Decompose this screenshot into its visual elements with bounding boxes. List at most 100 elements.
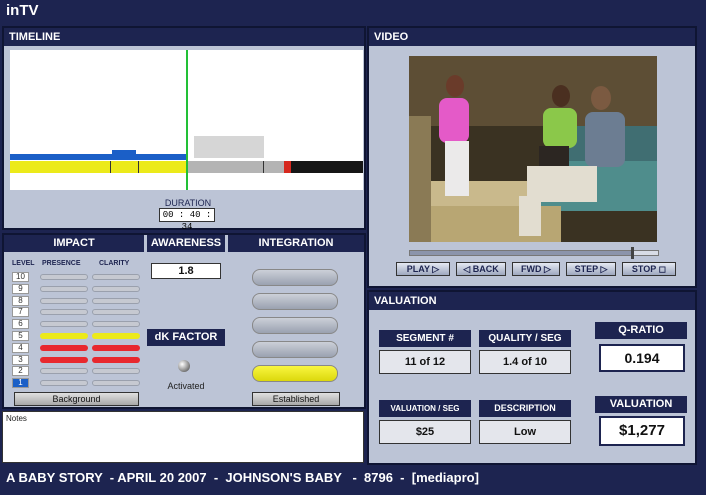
blue-track xyxy=(10,154,186,160)
impact-panel: IMPACT LEVEL PRESENCE CLARITY 10 9 8 7 6 5 4 3 2… xyxy=(2,233,366,409)
blue-track-bump xyxy=(112,150,136,155)
timeline-header: TIMELINE xyxy=(4,28,364,46)
description-label: DESCRIPTION xyxy=(479,400,571,417)
valuation-seg-label: VALUATION / SEG xyxy=(379,400,471,417)
clarity-bar xyxy=(92,297,140,304)
dk-factor-status: Activated xyxy=(167,381,205,391)
timeline-canvas[interactable] xyxy=(10,50,363,190)
clarity-bar xyxy=(92,333,140,339)
footer-text: A BABY STORY - APRIL 20 2007 - JOHNSON'S… xyxy=(6,470,479,485)
presence-bar xyxy=(40,297,88,304)
valuation-header: VALUATION xyxy=(369,292,695,310)
presence-bar xyxy=(40,344,88,351)
integration-level xyxy=(252,293,338,310)
established-button[interactable]: Established xyxy=(252,392,340,406)
notes-label: Notes xyxy=(6,414,27,423)
integration-level xyxy=(252,317,338,334)
video-progress-fill xyxy=(410,251,631,255)
playhead-line[interactable] xyxy=(186,50,188,190)
segment-divider xyxy=(110,161,111,173)
segment-divider xyxy=(138,161,139,173)
quality-label: QUALITY / SEG xyxy=(479,330,571,347)
fwd-button[interactable]: FWD ▷ xyxy=(512,262,560,276)
clarity-bar xyxy=(92,321,140,328)
back-icon: ◁ xyxy=(463,264,471,274)
clarity-bar xyxy=(92,344,140,351)
level-number: 4 xyxy=(12,342,29,353)
app-title: inTV xyxy=(6,2,39,19)
notes-area[interactable]: Notes xyxy=(2,411,364,463)
segment-value: 11 of 12 xyxy=(379,350,471,374)
play-button[interactable]: PLAY ▷ xyxy=(396,262,450,276)
awareness-header: AWARENESS xyxy=(147,235,225,252)
level-number: 1 xyxy=(12,378,29,389)
integration-level xyxy=(252,269,338,286)
level-number: 7 xyxy=(12,307,29,318)
presence-bar xyxy=(40,285,88,292)
play-label: PLAY xyxy=(406,264,430,274)
footer-bar: A BABY STORY - APRIL 20 2007 - JOHNSON'S… xyxy=(0,467,706,495)
q-ratio-value: 0.194 xyxy=(599,344,685,372)
awareness-value: 1.8 xyxy=(151,263,221,279)
level-number: 10 xyxy=(12,272,29,282)
video-progress-handle[interactable] xyxy=(631,247,634,259)
level-number: 9 xyxy=(12,283,29,294)
clarity-bar xyxy=(92,368,140,375)
play-icon: ▷ xyxy=(432,264,440,274)
segment-divider xyxy=(263,161,264,173)
valuation-seg-value: $25 xyxy=(379,420,471,444)
step-button[interactable]: STEP ▷ xyxy=(566,262,616,276)
clarity-col-header: CLARITY xyxy=(99,260,130,267)
clarity-bar xyxy=(92,309,140,316)
step-icon: ▷ xyxy=(600,264,608,274)
dk-factor-header: dK FACTOR xyxy=(147,329,225,346)
integration-meter xyxy=(244,265,348,389)
level-number: 6 xyxy=(12,319,29,330)
clarity-bar xyxy=(92,285,140,292)
presence-bar xyxy=(40,368,88,375)
video-frame[interactable] xyxy=(409,56,657,242)
level-number: 5 xyxy=(12,331,29,341)
clarity-bar xyxy=(92,356,140,363)
yellow-segment[interactable] xyxy=(10,161,186,173)
duration-value: 00 : 40 : 34 xyxy=(159,208,215,232)
video-scene-image xyxy=(409,56,657,242)
level-number: 2 xyxy=(12,366,29,377)
level-number: 3 xyxy=(12,354,29,365)
presence-bar xyxy=(40,274,88,280)
quality-value: 1.4 of 10 xyxy=(479,350,571,374)
level-number: 8 xyxy=(12,295,29,306)
presence-bar xyxy=(40,380,88,387)
stop-icon: ◻ xyxy=(658,264,667,274)
presence-col-header: PRESENCE xyxy=(42,260,81,267)
fwd-icon: ▷ xyxy=(544,264,551,274)
duration-label: DURATION xyxy=(164,198,212,208)
clarity-bar xyxy=(92,380,140,387)
stop-button[interactable]: STOP ◻ xyxy=(622,262,676,276)
valuation-total-value: $1,277 xyxy=(599,416,685,446)
gray-segment-block xyxy=(194,136,264,158)
presence-bar xyxy=(40,333,88,339)
presence-bar xyxy=(40,309,88,316)
integration-header: INTEGRATION xyxy=(228,235,364,252)
valuation-panel: VALUATION SEGMENT # 11 of 12 QUALITY / S… xyxy=(367,290,697,465)
integration-level xyxy=(252,341,338,358)
timeline-panel: TIMELINE DURATION 00 : 40 : 34 xyxy=(2,26,366,232)
valuation-total-label: VALUATION xyxy=(595,396,687,413)
level-col-header: LEVEL xyxy=(12,260,35,267)
presence-bar xyxy=(40,356,88,363)
gray-segment[interactable] xyxy=(186,161,288,173)
stop-label: STOP xyxy=(631,264,657,274)
background-button[interactable]: Background xyxy=(14,392,139,406)
impact-header: IMPACT xyxy=(4,235,144,252)
fwd-label: FWD xyxy=(521,264,542,274)
segment-label: SEGMENT # xyxy=(379,330,471,347)
step-label: STEP xyxy=(574,264,598,274)
red-marker xyxy=(284,161,291,173)
video-progress-track[interactable] xyxy=(409,250,659,256)
integration-level-active xyxy=(252,365,338,382)
presence-bar xyxy=(40,321,88,328)
back-button[interactable]: ◁ BACK xyxy=(456,262,506,276)
clarity-bar xyxy=(92,274,140,280)
activated-indicator-icon xyxy=(178,360,190,372)
